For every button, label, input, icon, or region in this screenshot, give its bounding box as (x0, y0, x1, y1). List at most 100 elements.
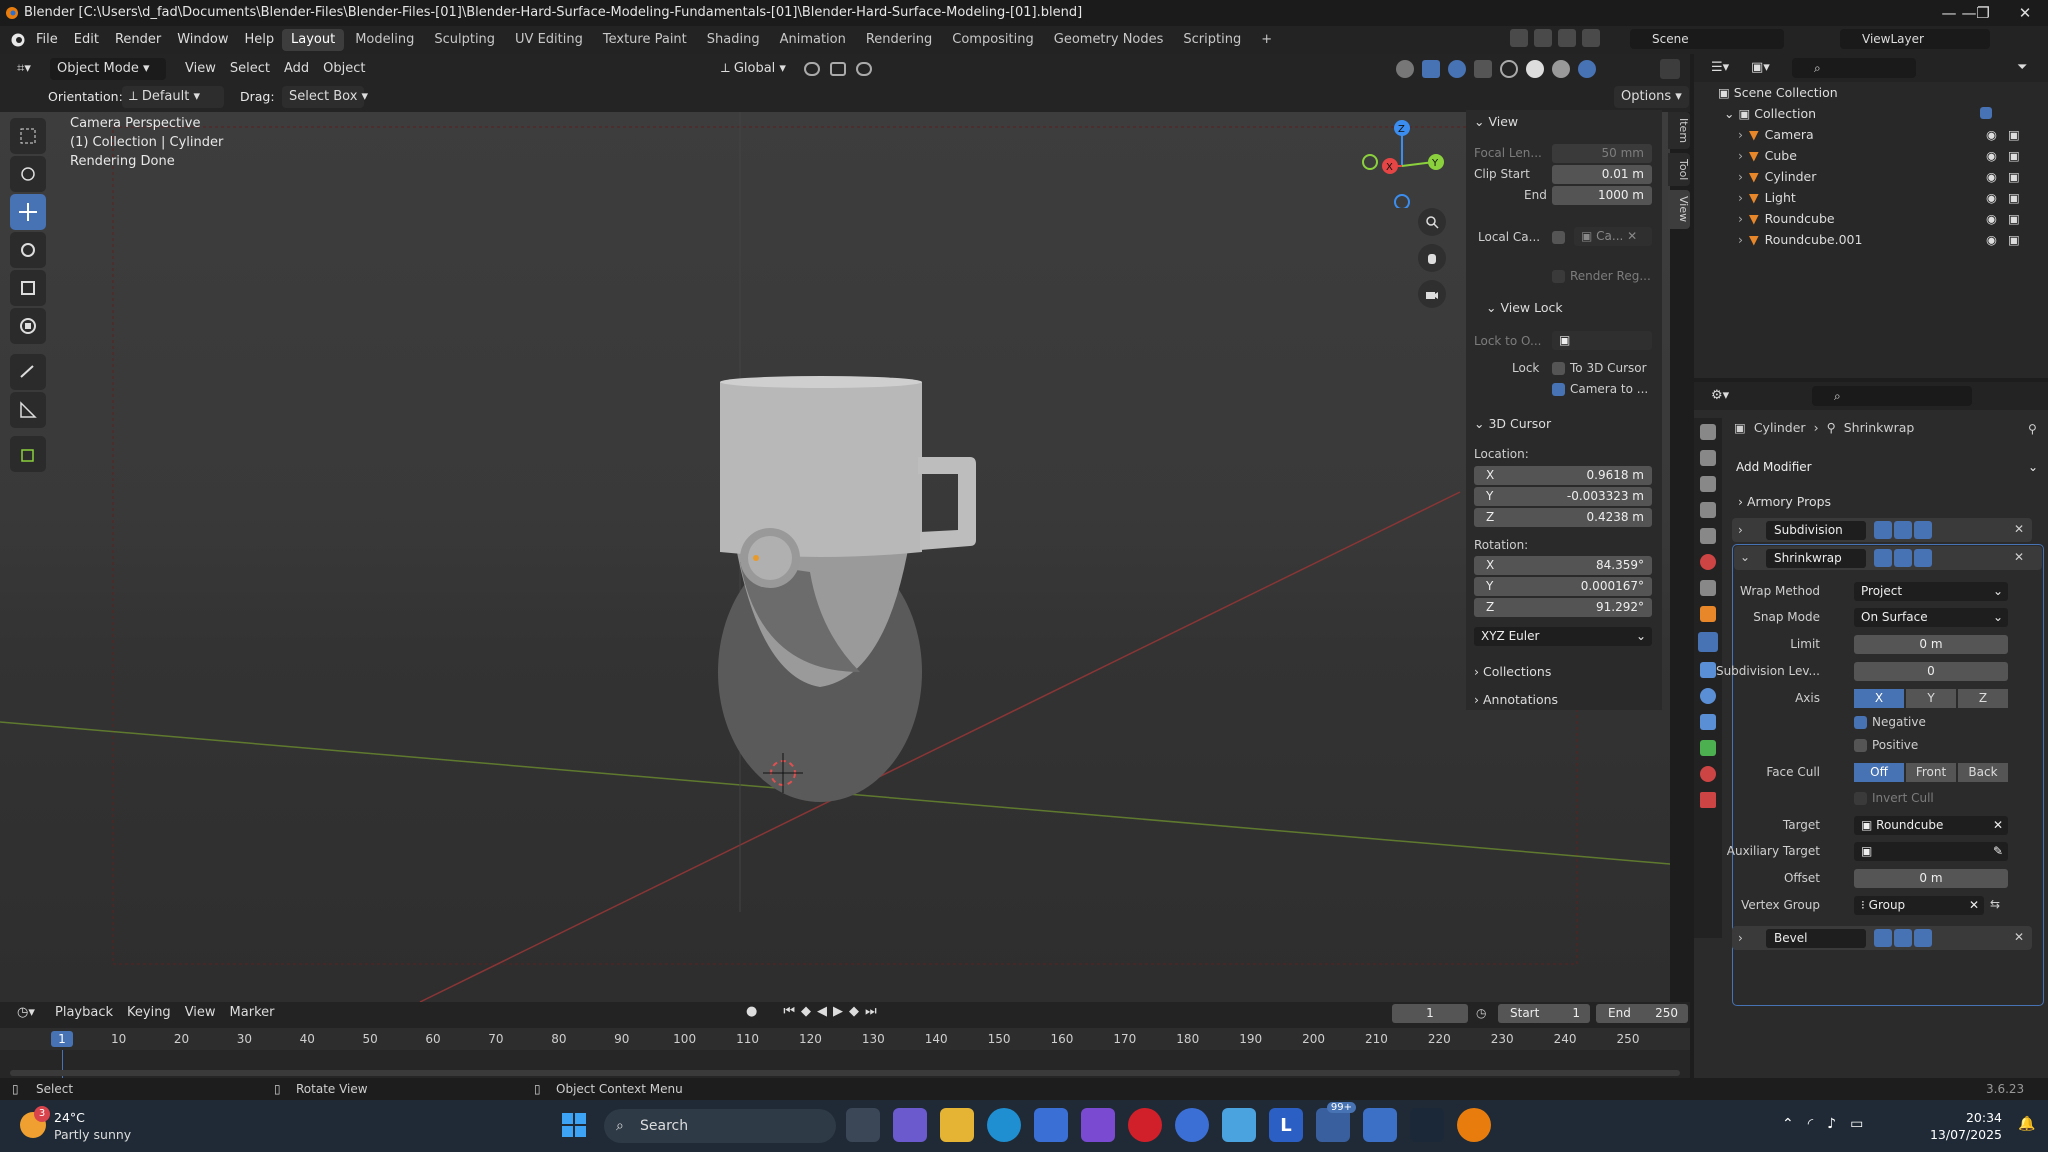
outliner-search[interactable]: ⌕ (1792, 58, 1916, 78)
cursor-z-field[interactable]: Z 0.4238 m (1474, 508, 1652, 527)
visibility-eye-icon[interactable]: ◉ (1986, 145, 1997, 166)
tray-chevron-icon[interactable]: ⌃ (1782, 1116, 1794, 1132)
scene-selector[interactable]: Scene (1630, 29, 1784, 49)
viewport-icon[interactable] (1894, 521, 1912, 539)
start-frame-field[interactable]: Start 1 (1498, 1004, 1590, 1023)
axis-x-button[interactable]: X (1854, 689, 1904, 708)
select-box-tool[interactable] (10, 118, 46, 154)
battery-icon[interactable]: ▭ (1850, 1116, 1863, 1132)
display-mode-icon[interactable]: ▣▾ (1744, 57, 1777, 79)
app2-icon[interactable] (1222, 1108, 1256, 1142)
invert-vgroup-icon[interactable]: ⇆ (1990, 897, 2000, 911)
positive-checkbox[interactable] (1854, 739, 1867, 752)
output-tab-icon[interactable] (1700, 476, 1716, 492)
collection-row[interactable]: ⌄ ▣ Collection (1724, 103, 2044, 124)
prev-key-icon[interactable]: ◆ (801, 1004, 811, 1019)
bevel-remove-icon[interactable]: ✕ (2014, 930, 2024, 944)
auxiliary-target-field[interactable]: ▣ ✎ (1854, 842, 2008, 861)
subdivision-name-field[interactable]: Subdivision (1766, 521, 1866, 540)
timeline-scrollbar[interactable] (10, 1070, 1680, 1076)
render-camera-icon[interactable]: ▣ (2008, 208, 2020, 229)
xray-icon[interactable] (1474, 60, 1492, 78)
app3-icon[interactable]: L (1269, 1108, 1303, 1142)
rendered-icon[interactable] (1578, 60, 1596, 78)
jump-start-icon[interactable]: ⏮ (783, 1004, 795, 1019)
play-render-icon[interactable] (1510, 29, 1528, 47)
rotation-mode-select[interactable]: XYZ Euler ⌄ (1474, 627, 1652, 646)
tab-layout[interactable]: Layout (282, 29, 345, 51)
close-window-icon[interactable]: ✕ (2002, 0, 2048, 26)
render-tab-icon[interactable] (1700, 450, 1716, 466)
invert-cull-checkbox[interactable] (1854, 792, 1867, 805)
windows-start-icon[interactable] (560, 1111, 588, 1139)
expand-chevron-icon[interactable]: › (1738, 148, 1743, 163)
next-key-icon[interactable]: ◆ (849, 1004, 859, 1019)
expand-chevron-icon[interactable]: › (1738, 169, 1743, 184)
render-camera-icon[interactable]: ▣ (2008, 145, 2020, 166)
subdivision-levels-field[interactable]: 0 (1854, 662, 2008, 681)
tab-shading[interactable]: Shading (698, 29, 769, 51)
expand-chevron-icon[interactable]: › (1738, 523, 1743, 537)
edge-icon[interactable] (987, 1108, 1021, 1142)
stopwatch-icon[interactable]: ◷ (1476, 1006, 1486, 1020)
pivot-icon[interactable] (804, 62, 820, 76)
editor-type-icon[interactable]: ⌗▾ (10, 58, 38, 80)
transform-tool[interactable] (10, 308, 46, 344)
measure-tool[interactable] (10, 392, 46, 428)
cursor-rx-field[interactable]: X 84.359° (1474, 556, 1652, 575)
rotate-tool[interactable] (10, 232, 46, 268)
outliner-item-roundcube-001[interactable]: › ▼ Roundcube.001 ◉ ▣ (1738, 229, 2044, 250)
current-frame-field[interactable]: 1 (1392, 1004, 1468, 1023)
task-view-icon[interactable] (846, 1108, 880, 1142)
timeline-menu-playback[interactable]: Playback (48, 1002, 120, 1024)
expand-chevron-icon[interactable]: › (1738, 211, 1743, 226)
lock-to-object-field[interactable]: ▣ (1552, 331, 1652, 350)
tab-texture-paint[interactable]: Texture Paint (594, 29, 696, 51)
tab-geometry-nodes[interactable]: Geometry Nodes (1045, 29, 1173, 51)
armory-panel-header[interactable]: › Armory Props (1738, 490, 1831, 514)
world-tab-icon[interactable] (1700, 554, 1716, 570)
blender-menu-icon[interactable] (10, 32, 26, 48)
axis-z-button[interactable]: Z (1958, 689, 2008, 708)
menu-window[interactable]: Window (169, 29, 236, 51)
tab-item[interactable]: Item (1668, 112, 1690, 150)
tab-uv-editing[interactable]: UV Editing (506, 29, 592, 51)
camera-view-icon[interactable] (1418, 280, 1446, 308)
menu-file[interactable]: File (28, 29, 66, 51)
properties-editor-icon[interactable]: ⚙▾ (1704, 385, 1736, 407)
viewport-menu-view[interactable]: View (178, 58, 223, 80)
constraints-tab-icon[interactable] (1700, 714, 1716, 730)
zoom-icon[interactable] (1418, 208, 1446, 236)
render-icon[interactable] (1534, 29, 1552, 47)
cursor-y-field[interactable]: Y -0.003323 m (1474, 487, 1652, 506)
clipchamp-icon[interactable] (1081, 1108, 1115, 1142)
bv-editmode-icon[interactable] (1874, 929, 1892, 947)
tab-sculpting[interactable]: Sculpting (425, 29, 504, 51)
opera-icon[interactable] (1128, 1108, 1162, 1142)
axis-y-button[interactable]: Y (1906, 689, 1956, 708)
face-cull-off-button[interactable]: Off (1854, 763, 1904, 782)
wifi-icon[interactable]: ◜ (1808, 1116, 1813, 1132)
clip-end-field[interactable]: 1000 m (1552, 186, 1652, 205)
add-workspace-button[interactable]: + (1252, 29, 1281, 51)
notification-icon[interactable]: 🔔 (2018, 1116, 2035, 1132)
orientation-selector[interactable]: ⟂ Default ▾ (122, 86, 224, 108)
collections-panel-header[interactable]: › Collections (1474, 660, 1551, 684)
focal-length-field[interactable]: 50 mm (1552, 144, 1652, 163)
solid-icon[interactable] (1526, 60, 1544, 78)
wrap-method-select[interactable]: Project ⌄ (1854, 582, 2008, 601)
lock-to-cursor-checkbox[interactable] (1552, 362, 1565, 375)
visibility-eye-icon[interactable]: ◉ (1986, 124, 1997, 145)
modifier-tab-icon[interactable] (1698, 632, 1718, 652)
object-tab-icon[interactable] (1700, 606, 1716, 622)
tab-view[interactable]: View (1668, 190, 1690, 229)
collection-exclude-checkbox[interactable] (1980, 107, 1992, 119)
editmode-icon[interactable] (1874, 521, 1892, 539)
expand-chevron-icon[interactable]: › (1738, 232, 1743, 247)
tab-scripting[interactable]: Scripting (1174, 29, 1250, 51)
blender-taskbar-icon[interactable] (1457, 1108, 1491, 1142)
timeline-menu-view[interactable]: View (178, 1002, 223, 1024)
eyedropper-icon[interactable]: ✎ (1993, 842, 2008, 861)
offset-field[interactable]: 0 m (1854, 869, 2008, 888)
outliner-item-light[interactable]: › ▼ Light ◉ ▣ (1738, 187, 2044, 208)
